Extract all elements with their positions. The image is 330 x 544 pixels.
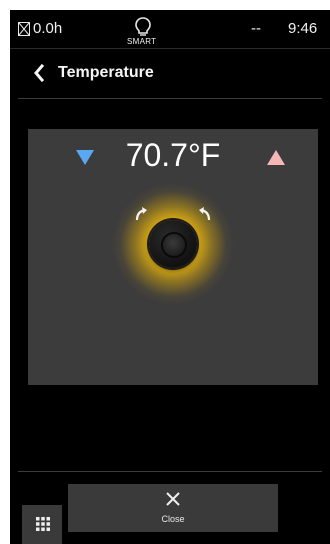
rotary-knob-control[interactable] <box>113 184 233 304</box>
divider <box>18 98 322 99</box>
apps-menu-button[interactable] <box>22 505 62 544</box>
temperature-panel: 70.7°F <box>28 129 318 385</box>
hourglass-icon <box>18 22 30 36</box>
rotate-right-icon <box>195 206 211 222</box>
increase-temperature-button[interactable] <box>263 147 289 169</box>
clock: 9:46 <box>288 20 318 37</box>
rotary-knob-icon[interactable] <box>149 220 197 268</box>
triangle-down-icon <box>76 150 94 165</box>
app-screen: 0.0h SMART -- 9:46 Temperature 70.7°F Cl… <box>10 10 330 544</box>
close-button[interactable]: Close <box>68 484 278 532</box>
chevron-left-icon[interactable] <box>32 63 46 83</box>
divider <box>10 48 330 49</box>
close-label: Close <box>161 514 185 524</box>
header: Temperature <box>10 56 330 90</box>
hour-meter-value: 0.0h <box>33 20 63 37</box>
triangle-up-icon <box>267 150 285 165</box>
close-icon <box>165 491 181 507</box>
signal-indicator: -- <box>251 20 261 37</box>
smart-label: SMART <box>127 37 157 46</box>
decrease-temperature-button[interactable] <box>72 147 98 169</box>
temperature-value: 70.7°F <box>125 137 221 173</box>
page-title: Temperature <box>58 64 154 81</box>
grid-icon <box>36 517 50 531</box>
knob-center <box>161 232 187 258</box>
status-bar: 0.0h SMART -- 9:46 <box>10 10 330 48</box>
bulb-icon <box>133 16 153 38</box>
divider <box>18 471 322 472</box>
rotate-left-icon <box>135 206 151 222</box>
